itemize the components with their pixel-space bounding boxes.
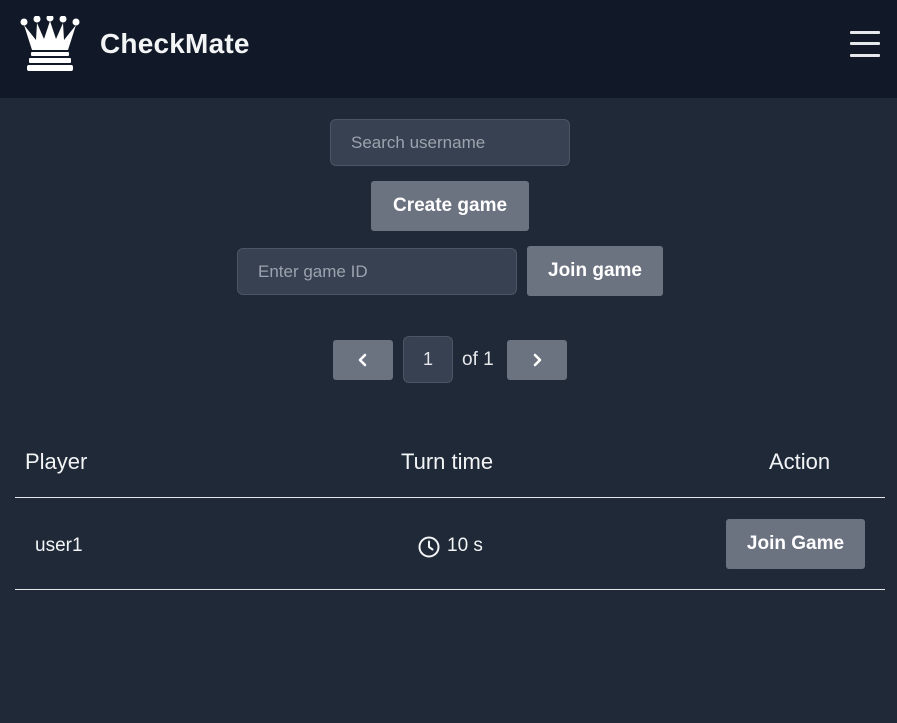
page-number-input[interactable]: [403, 336, 453, 383]
page-count-label: of 1: [462, 349, 494, 370]
chess-queen-icon[interactable]: [20, 16, 80, 72]
turn-time-value: 10 s: [447, 535, 483, 556]
column-header-turn-time: Turn time: [401, 449, 494, 474]
table-header-divider: [15, 497, 885, 498]
search-username-input[interactable]: [330, 119, 570, 166]
previous-page-button[interactable]: [333, 340, 393, 380]
player-name: user1: [35, 535, 83, 556]
create-game-button[interactable]: Create game: [371, 181, 529, 231]
hamburger-menu-icon[interactable]: [850, 28, 882, 60]
game-id-input[interactable]: [237, 248, 517, 295]
app-title[interactable]: CheckMate: [100, 28, 250, 60]
navbar: CheckMate: [0, 0, 897, 98]
join-game-row-button[interactable]: Join Game: [726, 519, 865, 569]
join-game-button[interactable]: Join game: [527, 246, 663, 296]
clock-icon: [418, 536, 440, 558]
next-page-button[interactable]: [507, 340, 567, 380]
column-header-action: Action: [769, 449, 831, 474]
chevron-right-icon: [533, 353, 542, 367]
column-header-player: Player: [25, 449, 88, 474]
chevron-left-icon: [358, 353, 367, 367]
table-bottom-divider: [15, 589, 885, 590]
